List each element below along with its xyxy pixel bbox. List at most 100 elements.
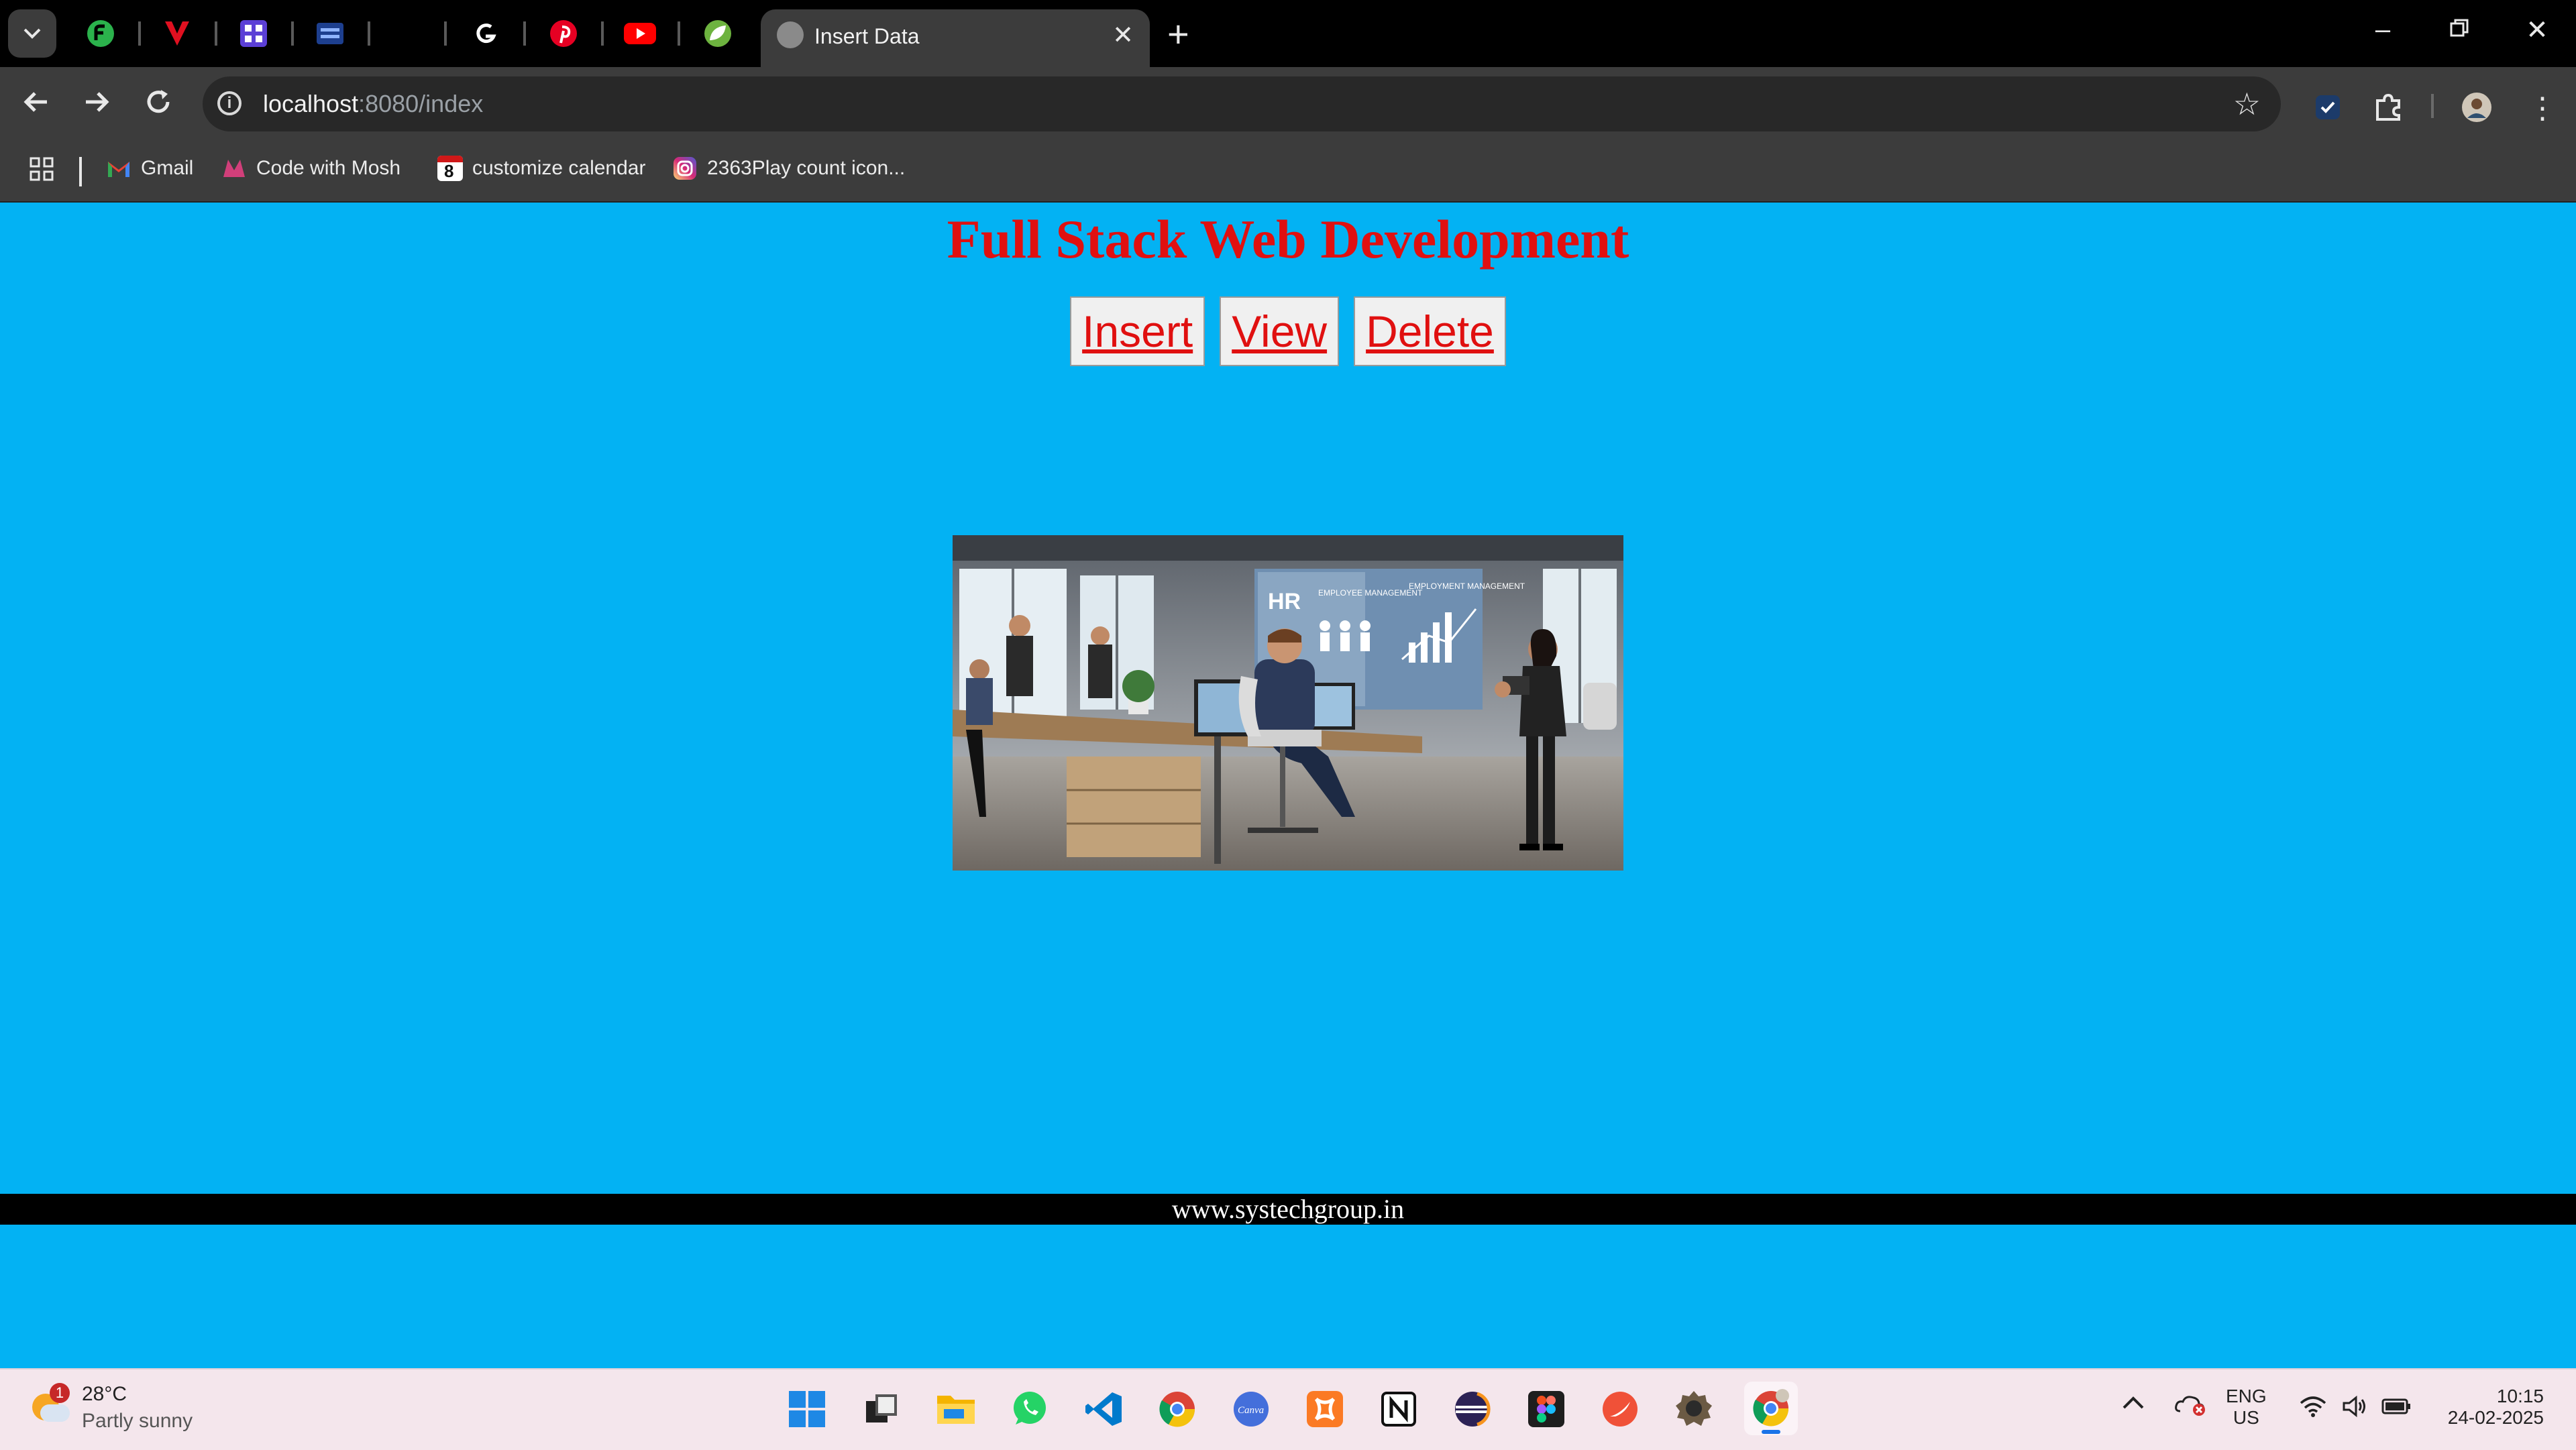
bookmark-label: 2363Play count icon... bbox=[707, 157, 906, 179]
tab-separator bbox=[523, 21, 526, 46]
swift-app-button[interactable] bbox=[1599, 1388, 1641, 1430]
youtube-icon bbox=[624, 23, 656, 44]
pinned-tab-vivaldi[interactable] bbox=[161, 17, 193, 50]
page-title: Full Stack Web Development bbox=[947, 209, 1629, 270]
pinned-tab-feedly[interactable] bbox=[85, 17, 117, 50]
bookmark-gmail[interactable]: Gmail bbox=[106, 156, 193, 181]
panel-label: EMPLOYEE MANAGEMENT bbox=[1318, 588, 1423, 598]
whatsapp-button[interactable] bbox=[1009, 1388, 1051, 1430]
bookmark-label: Code with Mosh bbox=[256, 157, 401, 179]
clock[interactable]: 10:15 24-02-2025 bbox=[2436, 1386, 2544, 1429]
calendar-badge: 8 bbox=[444, 161, 454, 181]
canva-icon: Canva bbox=[1234, 1392, 1269, 1427]
bookmark-star-icon[interactable]: ☆ bbox=[2233, 86, 2261, 122]
page-content: Full Stack Web Development Insert View D… bbox=[0, 203, 2576, 1368]
mosh-icon bbox=[223, 160, 245, 177]
tab-insert-data[interactable]: Insert Data ✕ bbox=[761, 9, 1150, 67]
pinned-tab-spring[interactable] bbox=[702, 17, 734, 50]
url-host: localhost bbox=[263, 90, 359, 117]
weather-widget[interactable]: 1 28°C Partly sunny bbox=[30, 1383, 193, 1433]
vscode-icon bbox=[1085, 1392, 1122, 1426]
chrome-button[interactable] bbox=[1157, 1388, 1198, 1430]
profile-avatar[interactable] bbox=[2461, 91, 2493, 123]
view-link[interactable]: View bbox=[1220, 296, 1340, 366]
apps-button[interactable] bbox=[28, 156, 55, 182]
cloud-error-icon bbox=[2175, 1396, 2205, 1416]
url-text[interactable]: localhost:8080/index bbox=[263, 90, 483, 118]
feedly-icon bbox=[87, 20, 114, 47]
forward-button[interactable] bbox=[76, 87, 117, 124]
globe-icon bbox=[777, 21, 804, 48]
reload-button[interactable] bbox=[138, 87, 178, 124]
weather-condition: Partly sunny bbox=[82, 1410, 193, 1432]
chevron-down-icon bbox=[23, 28, 41, 39]
hr-label: HR bbox=[1268, 589, 1301, 614]
bookmark-customize-calendar[interactable]: 8 customize calendar bbox=[437, 156, 645, 181]
weather-badge: 1 bbox=[50, 1383, 70, 1403]
game-app-button[interactable] bbox=[1673, 1388, 1715, 1430]
vscode-button[interactable] bbox=[1083, 1388, 1124, 1430]
bookmark-label: customize calendar bbox=[472, 157, 646, 179]
network-button[interactable] bbox=[2300, 1396, 2326, 1423]
new-tab-button[interactable]: + bbox=[1167, 12, 1189, 56]
pinned-tab-site[interactable] bbox=[314, 17, 346, 50]
bookmark-label: Gmail bbox=[141, 157, 194, 179]
figma-button[interactable] bbox=[1525, 1388, 1567, 1430]
pinned-tab-pinterest[interactable] bbox=[547, 17, 580, 50]
avatar-icon bbox=[2462, 93, 2491, 122]
windows-logo-icon bbox=[789, 1391, 825, 1427]
tab-search-button[interactable] bbox=[8, 9, 56, 58]
chrome-profile-icon bbox=[1753, 1389, 1789, 1427]
onedrive-status[interactable] bbox=[2174, 1392, 2207, 1421]
menu-kebab-icon[interactable]: ⋮ bbox=[2526, 91, 2559, 125]
xampp-button[interactable] bbox=[1304, 1388, 1346, 1430]
delete-link[interactable]: Delete bbox=[1354, 296, 1506, 366]
tab-separator bbox=[444, 21, 447, 46]
restore-button[interactable] bbox=[2432, 15, 2486, 45]
bookmark-play-count[interactable]: 2363Play count icon... bbox=[672, 156, 905, 181]
battery-button[interactable] bbox=[2381, 1398, 2411, 1420]
volume-button[interactable] bbox=[2341, 1395, 2368, 1423]
insert-link[interactable]: Insert bbox=[1070, 296, 1205, 366]
v-logo-icon bbox=[165, 21, 189, 46]
action-nav: Insert View Delete bbox=[0, 296, 2576, 366]
office-hero-image: HR EMPLOYEE MANAGEMENT EMPLOYMENT MANAGE… bbox=[953, 535, 1623, 871]
weather-icon: 1 bbox=[30, 1383, 70, 1423]
browser-toolbar: i localhost:8080/index ☆ ⋮ bbox=[0, 67, 2576, 142]
canva-button[interactable]: Canva bbox=[1230, 1388, 1272, 1430]
start-button[interactable] bbox=[786, 1388, 828, 1430]
apps-grid-icon bbox=[30, 157, 54, 181]
file-explorer-button[interactable] bbox=[935, 1388, 977, 1430]
site-info-icon[interactable]: i bbox=[217, 91, 241, 115]
tab-strip: Insert Data ✕ + – ✕ bbox=[0, 0, 2576, 67]
tab-separator bbox=[138, 21, 141, 46]
temperature: 28°C bbox=[82, 1383, 127, 1405]
emblem-icon bbox=[1676, 1391, 1712, 1426]
active-indicator bbox=[1762, 1430, 1780, 1434]
tab-separator bbox=[601, 21, 604, 46]
bookmark-code-with-mosh[interactable]: Code with Mosh bbox=[221, 156, 400, 181]
extension-check-button[interactable] bbox=[2312, 91, 2344, 123]
address-bar[interactable]: i localhost:8080/index ☆ bbox=[203, 76, 2281, 131]
language-indicator[interactable]: ENG US bbox=[2226, 1386, 2267, 1429]
pinned-tab-app[interactable] bbox=[237, 17, 270, 50]
lang-primary: ENG bbox=[2226, 1386, 2267, 1406]
tab-title: Insert Data bbox=[814, 24, 920, 48]
url-path: :8080/index bbox=[358, 90, 484, 117]
minimize-button[interactable]: – bbox=[2356, 15, 2410, 45]
chrome-active-button[interactable] bbox=[1744, 1382, 1798, 1435]
task-view-button[interactable] bbox=[861, 1388, 903, 1430]
eclipse-button[interactable] bbox=[1452, 1388, 1493, 1430]
clock-time: 10:15 bbox=[2496, 1386, 2544, 1406]
close-window-button[interactable]: ✕ bbox=[2510, 15, 2564, 46]
pinned-tab-g[interactable] bbox=[470, 17, 502, 50]
show-hidden-icons[interactable] bbox=[2121, 1394, 2145, 1415]
pinned-tab-youtube[interactable] bbox=[624, 17, 656, 50]
notion-button[interactable] bbox=[1378, 1388, 1419, 1430]
close-tab-icon[interactable]: ✕ bbox=[1112, 20, 1134, 50]
site-icon bbox=[317, 23, 343, 44]
extensions-button[interactable] bbox=[2372, 91, 2404, 123]
xampp-icon bbox=[1307, 1391, 1343, 1427]
back-button[interactable] bbox=[16, 87, 56, 124]
tab-separator bbox=[678, 21, 680, 46]
